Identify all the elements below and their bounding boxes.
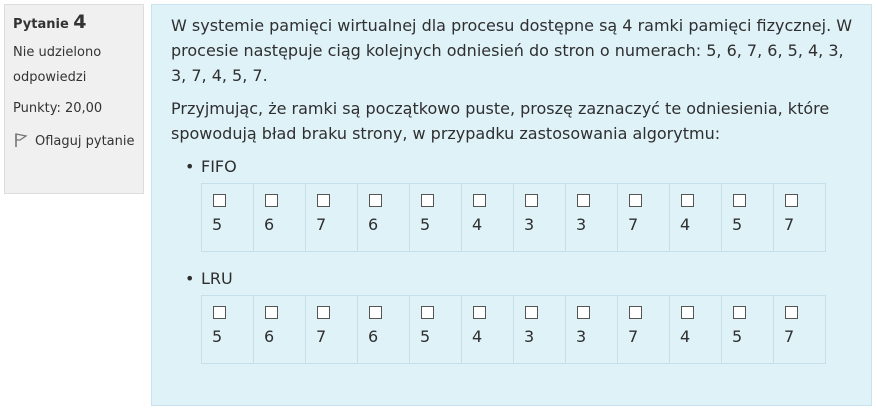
lru-page-number: 6 [368,327,379,346]
fifo-page-number: 5 [732,215,743,234]
lru-checkbox[interactable] [213,306,226,319]
fifo-section: FIFO 5 6 7 6 5 4 3 3 7 4 5 7 [171,154,855,252]
lru-answers-row: 5 6 7 6 5 4 3 3 7 4 5 7 [201,295,826,364]
lru-page-number: 7 [628,327,639,346]
fifo-checkbox[interactable] [369,194,382,207]
fifo-answer-cell: 3 [565,183,618,252]
fifo-page-number: 5 [420,215,431,234]
lru-page-number: 7 [316,327,327,346]
lru-page-number: 5 [420,327,431,346]
question-content: W systemie pamięci wirtualnej dla proces… [151,4,872,406]
lru-page-number: 4 [680,327,691,346]
fifo-checkbox[interactable] [733,194,746,207]
fifo-answers-row: 5 6 7 6 5 4 3 3 7 4 5 7 [201,183,826,252]
question-label: Pytanie [13,17,69,32]
lru-answer-cell: 5 [721,295,774,364]
fifo-page-number: 5 [212,215,223,234]
fifo-page-number: 4 [680,215,691,234]
lru-answer-cell: 5 [409,295,462,364]
lru-checkbox[interactable] [265,306,278,319]
fifo-checkbox[interactable] [317,194,330,207]
lru-checkbox[interactable] [681,306,694,319]
question-number: 4 [73,11,87,33]
lru-page-number: 5 [732,327,743,346]
fifo-checkbox[interactable] [265,194,278,207]
question-text-2: Przyjmując, że ramki są początkowo puste… [171,99,830,143]
lru-page-number: 4 [472,327,483,346]
fifo-answer-cell: 6 [253,183,306,252]
lru-section: LRU 5 6 7 6 5 4 3 3 7 4 5 7 [171,266,855,364]
lru-answer-cell: 4 [669,295,722,364]
lru-page-number: 3 [524,327,535,346]
flag-icon[interactable] [13,132,29,148]
lru-answer-cell: 6 [357,295,410,364]
lru-page-number: 3 [576,327,587,346]
fifo-checkbox[interactable] [629,194,642,207]
lru-page-number: 5 [212,327,223,346]
lru-checkbox[interactable] [525,306,538,319]
lru-answers-table: 5 6 7 6 5 4 3 3 7 4 5 7 [201,295,826,364]
fifo-checkbox[interactable] [525,194,538,207]
lru-answer-cell: 7 [773,295,826,364]
fifo-answer-cell: 7 [617,183,670,252]
lru-checkbox[interactable] [317,306,330,319]
lru-checkbox[interactable] [629,306,642,319]
lru-answer-cell: 7 [305,295,358,364]
fifo-answer-cell: 5 [721,183,774,252]
fifo-page-number: 3 [576,215,587,234]
fifo-page-number: 7 [316,215,327,234]
fifo-page-number: 7 [784,215,795,234]
fifo-page-number: 6 [368,215,379,234]
question-info-panel: Pytanie 4 Nie udzielono odpowiedzi Punkt… [4,4,144,194]
fifo-checkbox[interactable] [681,194,694,207]
lru-checkbox[interactable] [785,306,798,319]
lru-answer-cell: 5 [201,295,254,364]
lru-page-number: 6 [264,327,275,346]
question-state: Nie udzielono odpowiedzi [13,45,102,85]
question-grade: Punkty: 20,00 [13,101,103,116]
fifo-page-number: 3 [524,215,535,234]
lru-answer-cell: 3 [513,295,566,364]
flag-question-link[interactable]: Oflaguj pytanie [13,129,135,154]
fifo-page-number: 7 [628,215,639,234]
lru-answer-cell: 4 [461,295,514,364]
fifo-checkbox[interactable] [785,194,798,207]
fifo-answer-cell: 3 [513,183,566,252]
fifo-checkbox[interactable] [421,194,434,207]
fifo-page-number: 6 [264,215,275,234]
fifo-answer-cell: 4 [461,183,514,252]
flag-label[interactable]: Oflaguj pytanie [35,134,134,149]
lru-checkbox[interactable] [733,306,746,319]
lru-answer-cell: 3 [565,295,618,364]
fifo-answer-cell: 5 [409,183,462,252]
lru-answer-cell: 7 [617,295,670,364]
fifo-label: FIFO [185,154,855,179]
lru-label: LRU [185,266,855,291]
lru-checkbox[interactable] [473,306,486,319]
fifo-answer-cell: 4 [669,183,722,252]
lru-page-number: 7 [784,327,795,346]
lru-checkbox[interactable] [577,306,590,319]
question-text-1: W systemie pamięci wirtualnej dla proces… [171,16,853,85]
fifo-answer-cell: 5 [201,183,254,252]
fifo-answer-cell: 6 [357,183,410,252]
fifo-checkbox[interactable] [577,194,590,207]
fifo-checkbox[interactable] [213,194,226,207]
lru-answer-cell: 6 [253,295,306,364]
fifo-answer-cell: 7 [773,183,826,252]
fifo-checkbox[interactable] [473,194,486,207]
lru-checkbox[interactable] [369,306,382,319]
question-title: Pytanie 4 [13,11,135,36]
fifo-answers-table: 5 6 7 6 5 4 3 3 7 4 5 7 [201,183,826,252]
lru-checkbox[interactable] [421,306,434,319]
fifo-page-number: 4 [472,215,483,234]
fifo-answer-cell: 7 [305,183,358,252]
